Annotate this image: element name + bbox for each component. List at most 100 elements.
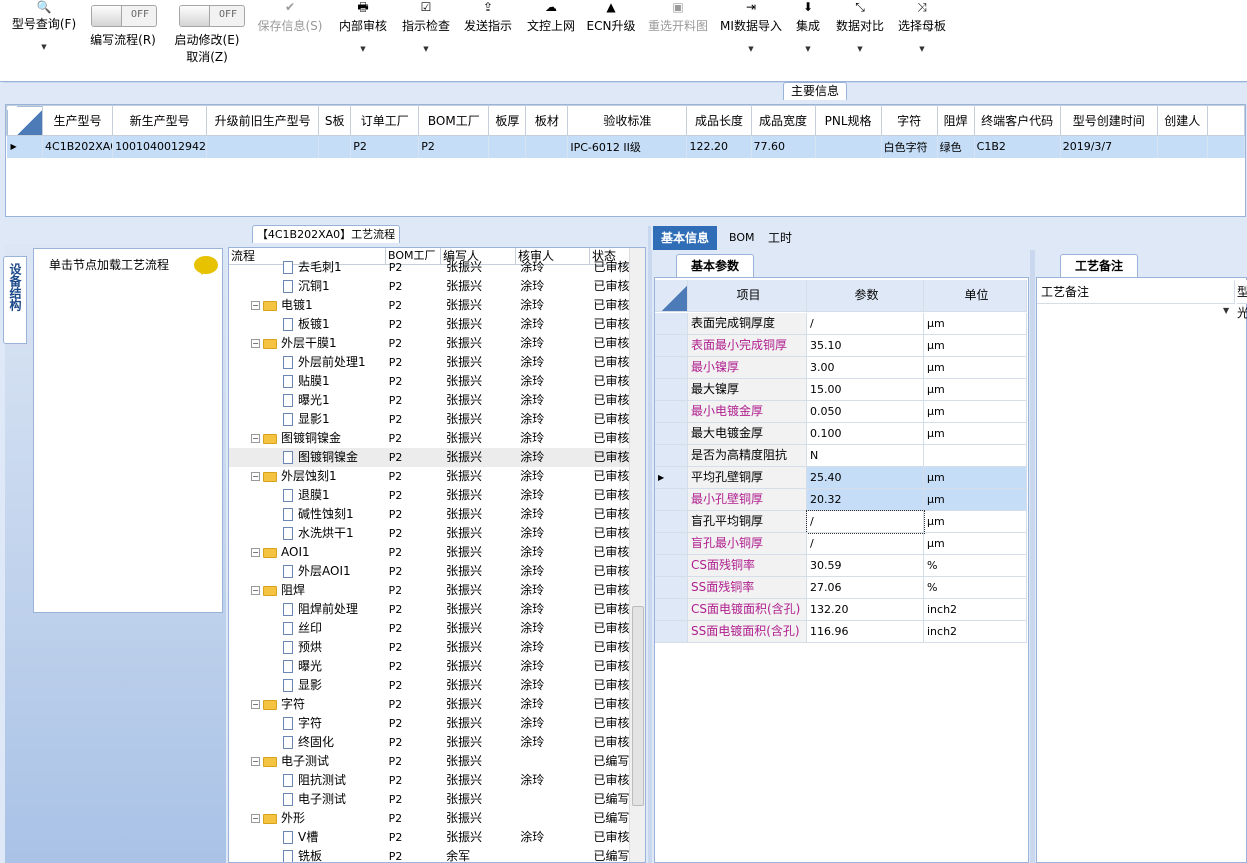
- tree-node[interactable]: − AOI1: [229, 543, 385, 562]
- row-header[interactable]: [655, 511, 688, 533]
- tree-item-row[interactable]: 沉铜1 P2 张振兴 涂玲 已审核: [229, 277, 629, 296]
- main-cell-11[interactable]: [815, 135, 882, 158]
- param-value[interactable]: 30.59: [807, 555, 924, 577]
- param-value[interactable]: 132.20: [807, 599, 924, 621]
- row-header[interactable]: [655, 313, 688, 335]
- row-header[interactable]: [655, 335, 688, 357]
- main-col-12[interactable]: 字符: [880, 105, 938, 136]
- tree-node[interactable]: 终固化: [229, 733, 385, 752]
- param-row[interactable]: CS面电镀面积(含孔) 132.20 inch2: [655, 599, 1027, 621]
- tree-node[interactable]: 贴膜1: [229, 372, 385, 391]
- collapse-icon[interactable]: −: [251, 814, 260, 823]
- tree-node[interactable]: 丝印: [229, 619, 385, 638]
- tree-item-row[interactable]: 曝光 P2 张振兴 涂玲 已审核: [229, 657, 629, 676]
- collapse-icon[interactable]: −: [251, 434, 260, 443]
- main-cell-4[interactable]: P2: [350, 135, 420, 158]
- tab-basic-params[interactable]: 基本参数: [676, 254, 754, 277]
- param-row[interactable]: SS面残铜率 27.06%: [655, 577, 1027, 599]
- tree-node[interactable]: 字符: [229, 714, 385, 733]
- tree-item-row[interactable]: 阻焊前处理 P2 张振兴 涂玲 已审核: [229, 600, 629, 619]
- main-cell-12[interactable]: 白色字符: [881, 135, 938, 158]
- row-header[interactable]: [655, 489, 688, 511]
- model-query-button[interactable]: 🔍 型号查询(F) ▼: [8, 0, 80, 80]
- tree-item-row[interactable]: 退膜1 P2 张振兴 涂玲 已审核: [229, 486, 629, 505]
- param-value[interactable]: /: [807, 313, 924, 335]
- tree-node[interactable]: 阻焊前处理: [229, 600, 385, 619]
- table-row[interactable]: ▶ 4C1B202XA0 10010400129426 P2 P2 IPC-6012 I…: [6, 135, 1246, 158]
- instruction-check-button[interactable]: ☑ 指示检查 ▼: [399, 0, 453, 80]
- main-col-8[interactable]: 验收标准: [567, 105, 688, 136]
- param-row[interactable]: 表面最小完成铜厚 35.10 μm: [655, 335, 1027, 357]
- collapse-icon[interactable]: −: [251, 757, 260, 766]
- collapse-icon[interactable]: −: [251, 301, 260, 310]
- tree-group-row[interactable]: − 外层干膜1 P2 张振兴 涂玲 已审核: [229, 334, 629, 353]
- collapse-icon[interactable]: −: [251, 472, 260, 481]
- param-value[interactable]: N: [807, 445, 924, 467]
- write-process-toggle[interactable]: OFF: [91, 5, 157, 27]
- tab-basic-info[interactable]: 基本信息: [653, 226, 718, 250]
- tree-group-row[interactable]: − 电子测试 P2 张振兴 已编写: [229, 752, 629, 771]
- tree-item-row[interactable]: 阻抗测试 P2 张振兴 涂玲 已审核: [229, 771, 629, 790]
- scrollbar-thumb[interactable]: [632, 606, 644, 806]
- row-header[interactable]: [655, 379, 688, 401]
- tree-item-row[interactable]: 铣板 P2 余军 已编写: [229, 847, 629, 862]
- row-header[interactable]: [655, 533, 688, 555]
- tree-item-row[interactable]: 板镀1 P2 张振兴 涂玲 已审核: [229, 315, 629, 334]
- collapse-icon[interactable]: −: [251, 339, 260, 348]
- param-row[interactable]: 最小孔壁铜厚 20.32 μm: [655, 489, 1027, 511]
- tree-item-row[interactable]: 丝印 P2 张振兴 涂玲 已审核: [229, 619, 629, 638]
- tree-item-row[interactable]: 显影1 P2 张振兴 涂玲 已审核: [229, 410, 629, 429]
- tree-node[interactable]: − 电子测试: [229, 752, 385, 771]
- main-cell-14[interactable]: C1B2: [974, 135, 1061, 158]
- row-header[interactable]: [655, 577, 688, 599]
- tree-node[interactable]: 外层前处理1: [229, 353, 385, 372]
- tree-node[interactable]: 退膜1: [229, 486, 385, 505]
- main-col-3[interactable]: S板: [318, 105, 352, 136]
- main-cell-5[interactable]: P2: [418, 135, 490, 158]
- tree-node[interactable]: 去毛刺1: [229, 258, 385, 277]
- param-value[interactable]: 15.00: [807, 379, 924, 401]
- param-row[interactable]: CS面残铜率 30.59%: [655, 555, 1027, 577]
- tree-node[interactable]: 显影: [229, 676, 385, 695]
- main-col-5[interactable]: BOM工厂: [418, 105, 490, 136]
- collapse-icon[interactable]: −: [251, 700, 260, 709]
- main-col-10[interactable]: 成品宽度: [750, 105, 816, 136]
- param-row[interactable]: 盲孔平均铜厚 / μm: [655, 510, 1027, 534]
- param-value[interactable]: 20.32: [807, 489, 924, 511]
- main-cell-3[interactable]: [318, 135, 352, 158]
- param-value[interactable]: 3.00: [807, 357, 924, 379]
- integrate-button[interactable]: ⬇ 集成 ▼: [792, 0, 824, 80]
- param-value[interactable]: 35.10: [807, 335, 924, 357]
- tree-group-row[interactable]: − 电镀1 P2 张振兴 涂玲 已审核: [229, 296, 629, 315]
- tree-item-row[interactable]: 显影 P2 张振兴 涂玲 已审核: [229, 676, 629, 695]
- tree-item-row[interactable]: 去毛刺1 P2 张振兴 涂玲 已审核: [229, 258, 629, 277]
- tree-node[interactable]: − 字符: [229, 695, 385, 714]
- tree-node[interactable]: 水洗烘干1: [229, 524, 385, 543]
- main-col-9[interactable]: 成品长度: [686, 105, 752, 136]
- vertical-scrollbar[interactable]: [629, 248, 645, 862]
- main-cell-10[interactable]: 77.60: [751, 135, 816, 158]
- param-value[interactable]: 25.40: [807, 467, 924, 489]
- param-value[interactable]: 116.96: [807, 621, 924, 643]
- reselect-cutting-button[interactable]: ▣ 重选开料图: [644, 0, 712, 80]
- main-col-11[interactable]: PNL规格: [814, 105, 882, 136]
- tab-equipment-structure[interactable]: 设备结构: [3, 256, 27, 344]
- tree-item-row[interactable]: 贴膜1 P2 张振兴 涂玲 已审核: [229, 372, 629, 391]
- tree-node[interactable]: 显影1: [229, 410, 385, 429]
- tree-node[interactable]: 外层AOI1: [229, 562, 385, 581]
- param-value[interactable]: 0.050: [807, 401, 924, 423]
- load-process-box[interactable]: 单击节点加载工艺流程: [33, 248, 223, 613]
- ecn-upgrade-button[interactable]: ▲ ECN升级: [586, 0, 636, 80]
- param-row[interactable]: SS面电镀面积(含孔) 116.96 inch2: [655, 621, 1027, 643]
- tree-node[interactable]: − 电镀1: [229, 296, 385, 315]
- param-value[interactable]: /: [807, 533, 924, 555]
- tree-node[interactable]: − 图镀铜镍金: [229, 429, 385, 448]
- tree-node[interactable]: − 阻焊: [229, 581, 385, 600]
- tree-item-row[interactable]: 字符 P2 张振兴 涂玲 已审核: [229, 714, 629, 733]
- row-header[interactable]: [655, 423, 688, 445]
- tree-group-row[interactable]: − 字符 P2 张振兴 涂玲 已审核: [229, 695, 629, 714]
- tree-item-row[interactable]: 曝光1 P2 张振兴 涂玲 已审核: [229, 391, 629, 410]
- param-row[interactable]: 最大镍厚 15.00 μm: [655, 379, 1027, 401]
- row-header[interactable]: [655, 621, 688, 643]
- param-row[interactable]: 盲孔最小铜厚 / μm: [655, 533, 1027, 555]
